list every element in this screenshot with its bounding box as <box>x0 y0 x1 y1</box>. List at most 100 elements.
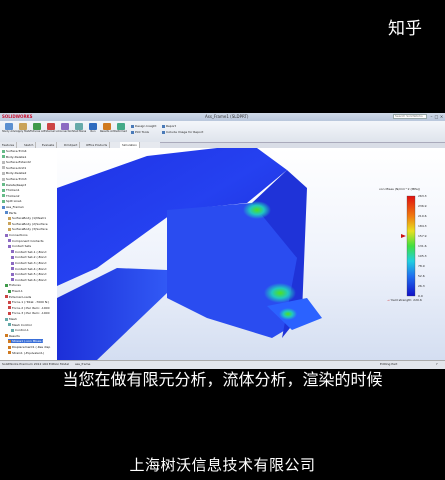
study-advisor-button[interactable]: Study Advisor <box>2 123 16 141</box>
shell-button[interactable]: Shell Manager <box>72 123 86 141</box>
tree-item[interactable]: External Loads <box>5 295 31 299</box>
tree-item[interactable]: Contact Set-6 (-Bond <box>11 278 46 282</box>
design-insight-button[interactable]: Design Insight <box>131 124 156 128</box>
tree-item-label: Surface-Extend2 <box>6 160 31 165</box>
tree-node-icon <box>2 160 5 164</box>
tree-item[interactable]: Results <box>5 334 20 338</box>
material-icon <box>19 123 27 130</box>
tree-item-label: External Loads <box>9 294 32 299</box>
tree-item-label: Contact Set-3 (-Bond <box>15 261 47 265</box>
tree-item[interactable]: Surface-Knit1 <box>2 166 26 170</box>
tree-item[interactable]: Surface-Trim4 <box>2 149 27 153</box>
tree-item-label: Delete/Keep3 <box>6 182 27 187</box>
tree-item[interactable]: Body-Delete1 <box>2 155 26 159</box>
tree-item[interactable]: Contact Set-5 (-Bond <box>11 272 46 276</box>
run-button[interactable]: Run <box>86 123 100 141</box>
tree-item[interactable]: Mesh Control <box>8 323 32 327</box>
tree-item[interactable]: Contact Set-1 (-Bond <box>11 250 46 254</box>
tree-item-label: Connections <box>9 233 28 237</box>
material-button[interactable]: Apply Material <box>16 123 30 141</box>
tree-item-label: Contact Set-1 (-Bond <box>15 249 47 254</box>
tree-item[interactable]: SurfaceBody (1)Mesh1 <box>8 216 46 220</box>
tree-item-label: Contact Set-6 (-Bond <box>15 277 47 282</box>
close-icon[interactable]: × <box>439 114 444 119</box>
fixture-icon <box>33 123 41 130</box>
deformed-button[interactable]: Deformed Result <box>114 123 128 141</box>
tree-node-icon <box>8 289 11 293</box>
tree-item[interactable]: Split Line1 <box>2 199 22 203</box>
tree-item-label: Parts <box>9 210 17 215</box>
tree-item-label: Displacement1 (-Res disp <box>12 345 51 349</box>
tree-item[interactable]: Mesh <box>5 317 17 321</box>
tree-item-label: Force-1 (:Total: -7000 N:) <box>12 300 50 305</box>
tree-node-icon <box>2 155 5 159</box>
include-image-button[interactable]: Include Image for Report <box>162 130 203 134</box>
tree-item-label: Contact Sets <box>12 244 32 249</box>
ribbon-button-label: Fixtures Advisor <box>30 130 44 133</box>
tree-item[interactable]: Displacement1 (-Res disp <box>8 345 50 349</box>
ribbon-button-label: Shell Manager <box>72 130 86 133</box>
tree-item-label: Contact Set-2 (-Bond <box>15 255 47 260</box>
tree-item[interactable]: Thicken2 <box>2 194 20 198</box>
tree-item[interactable]: Component Contacts <box>8 239 44 243</box>
tree-node-icon <box>5 211 8 215</box>
tree-item[interactable]: Force-3 (:Per Item: -1000 <box>8 311 50 315</box>
tree-node-icon <box>5 283 8 287</box>
load-button[interactable]: External Loads <box>44 123 58 141</box>
fixture-button[interactable]: Fixtures Advisor <box>30 123 44 141</box>
tree-item-label: Surface-Trim4 <box>6 149 27 153</box>
tree-item-label: Strain1 (-Equivalent-) <box>12 350 45 355</box>
help-search-input[interactable]: Search SolidWorks Help <box>393 114 427 119</box>
tree-item[interactable]: Thicken1 <box>2 188 20 192</box>
report-button[interactable]: Report <box>162 124 176 128</box>
tree-item-label: Mesh <box>9 317 17 321</box>
legend-tick-label: 236.9 <box>418 204 427 208</box>
tree-node-icon <box>8 227 11 231</box>
tree-node-icon <box>11 328 14 332</box>
tree-item[interactable]: Force-1 (:Total: -7000 N:) <box>8 300 49 304</box>
tree-item[interactable]: Contact Set-2 (-Bond <box>11 255 46 259</box>
tree-item-label: Fixed-1 <box>12 289 23 293</box>
tree-node-icon <box>8 339 11 343</box>
tree-item-label: Control-1 <box>15 328 29 333</box>
tree-item-label: Thicken2 <box>6 193 20 198</box>
tree-item-label: Split Line1 <box>6 199 22 204</box>
tree-item-label: Body-Delete1 <box>6 154 27 159</box>
ribbon-button-label: Deformed Result <box>114 130 128 133</box>
solidworks-window: SOLIDWORKS Ass_Frame1 (SLDPRT) Search So… <box>0 113 445 369</box>
tree-item[interactable]: Contact Sets <box>8 244 31 248</box>
graphics-viewport[interactable]: von Mises (N/mm^2 (MPa)) 263.3 236.9 210.6… <box>57 148 445 360</box>
tree-item[interactable]: Fixed-1 <box>8 289 23 293</box>
tree-item[interactable]: Control-1 <box>11 328 29 332</box>
tree-item[interactable]: SurfaceBody (2)Surface <box>8 222 48 226</box>
solidworks-logo: SOLIDWORKS <box>2 114 33 119</box>
tree-item-label: Results <box>9 333 20 338</box>
tree-item[interactable]: Body-Delete2 <box>2 171 26 175</box>
tree-node-icon <box>8 351 11 355</box>
tree-item[interactable]: Fixtures <box>5 283 21 287</box>
results-button[interactable]: Results Advisor <box>100 123 114 141</box>
tree-item[interactable]: Parts <box>5 211 17 215</box>
simulation-feature-tree: Surface-Trim4 Body-Delete1 Surface-Extend2… <box>0 148 58 360</box>
ribbon-button-label: Study Advisor <box>2 130 16 133</box>
tree-item[interactable]: Delete/Keep3 <box>2 183 26 187</box>
tree-item[interactable]: Surface-Trim3 <box>2 177 27 181</box>
tree-item[interactable]: Contact Set-4 (-Bond <box>11 267 46 271</box>
tree-item[interactable]: SurfaceBody (3)Surface <box>8 227 48 231</box>
connection-button[interactable]: Connections Advisor <box>58 123 72 141</box>
tree-item[interactable]: Ass_Frame1 <box>2 205 24 209</box>
tree-item[interactable]: Strain1 (-Equivalent-) <box>8 351 44 355</box>
tree-item-label: Contact Set-5 (-Bond <box>15 272 47 277</box>
tree-node-icon <box>5 334 8 338</box>
plot-tools-button[interactable]: Plot Tools <box>131 130 149 134</box>
tree-item[interactable]: Stress1 (-von Mises-) <box>8 339 44 344</box>
tree-item[interactable]: Force-2 (:Per Item: -1000 <box>8 306 50 310</box>
yield-marker-icon <box>401 234 406 238</box>
tree-item[interactable]: Connections <box>5 233 28 237</box>
tree-node-icon <box>2 188 5 192</box>
connection-icon <box>61 123 69 130</box>
ribbon-button-label: Apply Material <box>16 130 30 133</box>
tree-item[interactable]: Surface-Extend2 <box>2 160 31 164</box>
tree-item[interactable]: Contact Set-3 (-Bond <box>11 261 46 265</box>
tree-item-label: Thicken1 <box>6 188 20 193</box>
